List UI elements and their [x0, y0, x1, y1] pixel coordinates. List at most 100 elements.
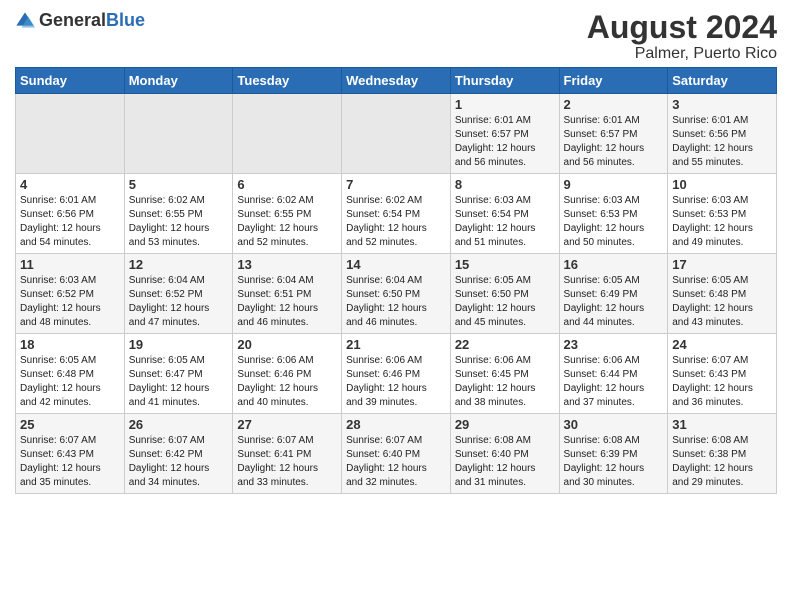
calendar-header: Sunday Monday Tuesday Wednesday Thursday… [16, 68, 777, 94]
calendar-cell: 19 Sunrise: 6:05 AMSunset: 6:47 PMDayligh… [124, 334, 233, 414]
calendar-cell: 23Sunrise: 6:06 AMSunset: 6:44 PMDayligh… [559, 334, 668, 414]
day-number: 16 [564, 257, 664, 272]
sunrise: Sunrise: 6:05 AM [20, 355, 96, 366]
calendar-cell: 3 Sunrise: 6:01 AM Sunset: 6:56 PM Daylight… [668, 94, 777, 174]
sunrise: Sunrise: 6:01 AM [672, 115, 748, 126]
day-number: 18 [20, 337, 120, 352]
calendar-cell: 8Sunrise: 6:03 AMSunset: 6:54 PMDaylight… [450, 174, 559, 254]
calendar-cell: 30Sunrise: 6:08 AMSunset: 6:39 PMDayligh… [559, 414, 668, 494]
daylight: Daylight: 12 hours and 53 minutes. [129, 223, 210, 248]
day-number: 26 [129, 417, 229, 432]
day-number: 22 [455, 337, 555, 352]
daylight: Daylight: 12 hours and 45 minutes. [455, 303, 536, 328]
day-number: 20 [237, 337, 337, 352]
sunrise: Sunrise: 6:04 AM [346, 275, 422, 286]
day-number: 10 [672, 177, 772, 192]
day-number: 24 [672, 337, 772, 352]
sunset: Sunset: 6:55 PM [129, 209, 203, 220]
calendar-cell: 5Sunrise: 6:02 AMSunset: 6:55 PMDaylight… [124, 174, 233, 254]
sunrise: Sunrise: 6:05 AM [455, 275, 531, 286]
calendar-week-3: 18 Sunrise: 6:05 AM Sunset: 6:48 PM Dayligh… [16, 334, 777, 414]
sunrise: Sunrise: 6:05 AM [129, 355, 205, 366]
day-number: 4 [20, 177, 120, 192]
day-number: 19 [129, 337, 229, 352]
cell-content: Sunrise: 6:05 AMSunset: 6:49 PMDaylight:… [564, 274, 664, 330]
day-number: 29 [455, 417, 555, 432]
sunset: Sunset: 6:46 PM [237, 369, 311, 380]
cell-content: Sunrise: 6:07 AMSunset: 6:40 PMDaylight:… [346, 434, 446, 490]
calendar-cell: 17Sunrise: 6:05 AMSunset: 6:48 PMDayligh… [668, 254, 777, 334]
day-number: 23 [564, 337, 664, 352]
daylight: Daylight: 12 hours and 56 minutes. [455, 143, 536, 168]
sunrise: Sunrise: 6:08 AM [455, 435, 531, 446]
calendar-table: Sunday Monday Tuesday Wednesday Thursday… [15, 67, 777, 494]
daylight: Daylight: 12 hours and 33 minutes. [237, 463, 318, 488]
cell-content: Sunrise: 6:01 AM Sunset: 6:56 PM Daylight:… [672, 114, 772, 170]
daylight: Daylight: 12 hours and 48 minutes. [20, 303, 101, 328]
day-number: 3 [672, 97, 772, 112]
sunset: Sunset: 6:48 PM [20, 369, 94, 380]
cell-content: Sunrise: 6:08 AMSunset: 6:39 PMDaylight:… [564, 434, 664, 490]
cell-content: Sunrise: 6:02 AMSunset: 6:54 PMDaylight:… [346, 194, 446, 250]
sunrise: Sunrise: 6:07 AM [672, 355, 748, 366]
daylight: Daylight: 12 hours and 38 minutes. [455, 383, 536, 408]
cell-content: Sunrise: 6:01 AMSunset: 6:56 PMDaylight:… [20, 194, 120, 250]
calendar-cell: 31Sunrise: 6:08 AMSunset: 6:38 PMDayligh… [668, 414, 777, 494]
daylight: Daylight: 12 hours and 41 minutes. [129, 383, 210, 408]
cell-content: Sunrise: 6:08 AMSunset: 6:38 PMDaylight:… [672, 434, 772, 490]
sunrise: Sunrise: 6:03 AM [455, 195, 531, 206]
sunrise: Sunrise: 6:08 AM [672, 435, 748, 446]
page-subtitle: Palmer, Puerto Rico [587, 45, 777, 63]
cell-content: Sunrise: 6:07 AMSunset: 6:43 PMDaylight:… [672, 354, 772, 410]
calendar-cell: 20Sunrise: 6:06 AMSunset: 6:46 PMDayligh… [233, 334, 342, 414]
sunrise: Sunrise: 6:02 AM [237, 195, 313, 206]
daylight: Daylight: 12 hours and 50 minutes. [564, 223, 645, 248]
header-monday: Monday [124, 68, 233, 94]
sunrise: Sunrise: 6:01 AM [455, 115, 531, 126]
sunrise: Sunrise: 6:02 AM [129, 195, 205, 206]
daylight: Daylight: 12 hours and 46 minutes. [237, 303, 318, 328]
sunset: Sunset: 6:56 PM [672, 129, 746, 140]
header-thursday: Thursday [450, 68, 559, 94]
calendar-cell: 9Sunrise: 6:03 AMSunset: 6:53 PMDaylight… [559, 174, 668, 254]
calendar-cell: 4 Sunrise: 6:01 AMSunset: 6:56 PMDaylight… [16, 174, 125, 254]
calendar-cell [342, 94, 451, 174]
calendar-cell: 24 Sunrise: 6:07 AMSunset: 6:43 PMDayligh… [668, 334, 777, 414]
calendar-week-0: 1Sunrise: 6:01 AMSunset: 6:57 PMDaylight… [16, 94, 777, 174]
day-number: 11 [20, 257, 120, 272]
sunset: Sunset: 6:50 PM [346, 289, 420, 300]
daylight: Daylight: 12 hours and 34 minutes. [129, 463, 210, 488]
calendar-cell: 18Sunrise: 6:05 AMSunset: 6:48 PMDayligh… [16, 334, 125, 414]
sunset: Sunset: 6:54 PM [455, 209, 529, 220]
cell-content: Sunrise: 6:01 AMSunset: 6:57 PMDaylight:… [564, 114, 664, 170]
sunrise: Sunrise: 6:05 AM [672, 275, 748, 286]
header: GeneralBlue August 2024 Palmer, Puerto R… [15, 10, 777, 63]
daylight: Daylight: 12 hours and 36 minutes. [672, 383, 753, 408]
sunset: Sunset: 6:40 PM [455, 449, 529, 460]
sunset: Sunset: 6:49 PM [564, 289, 638, 300]
calendar-cell: 26Sunrise: 6:07 AMSunset: 6:42 PMDayligh… [124, 414, 233, 494]
calendar-cell [16, 94, 125, 174]
logo-icon [15, 11, 35, 31]
sunrise: Sunrise: 6:01 AM [20, 195, 96, 206]
cell-content: Sunrise: 6:05 AMSunset: 6:48 PMDaylight:… [20, 354, 120, 410]
calendar-cell: 7 Sunrise: 6:02 AMSunset: 6:54 PMDaylight… [342, 174, 451, 254]
sunrise: Sunrise: 6:07 AM [237, 435, 313, 446]
sunrise: Sunrise: 6:02 AM [346, 195, 422, 206]
day-number: 8 [455, 177, 555, 192]
daylight: Daylight: 12 hours and 55 minutes. [672, 143, 753, 168]
day-number: 1 [455, 97, 555, 112]
calendar-cell: 22Sunrise: 6:06 AMSunset: 6:45 PMDayligh… [450, 334, 559, 414]
cell-content: Sunrise: 6:05 AMSunset: 6:47 PMDaylight:… [129, 354, 229, 410]
calendar-cell: 10Sunrise: 6:03 AMSunset: 6:53 PMDayligh… [668, 174, 777, 254]
day-number: 9 [564, 177, 664, 192]
sunrise: Sunrise: 6:04 AM [237, 275, 313, 286]
daylight: Daylight: 12 hours and 52 minutes. [346, 223, 427, 248]
day-number: 13 [237, 257, 337, 272]
sunset: Sunset: 6:57 PM [564, 129, 638, 140]
sunrise: Sunrise: 6:07 AM [346, 435, 422, 446]
logo: GeneralBlue [15, 10, 145, 31]
sunset: Sunset: 6:46 PM [346, 369, 420, 380]
cell-content: Sunrise: 6:06 AMSunset: 6:46 PMDaylight:… [346, 354, 446, 410]
day-number: 7 [346, 177, 446, 192]
